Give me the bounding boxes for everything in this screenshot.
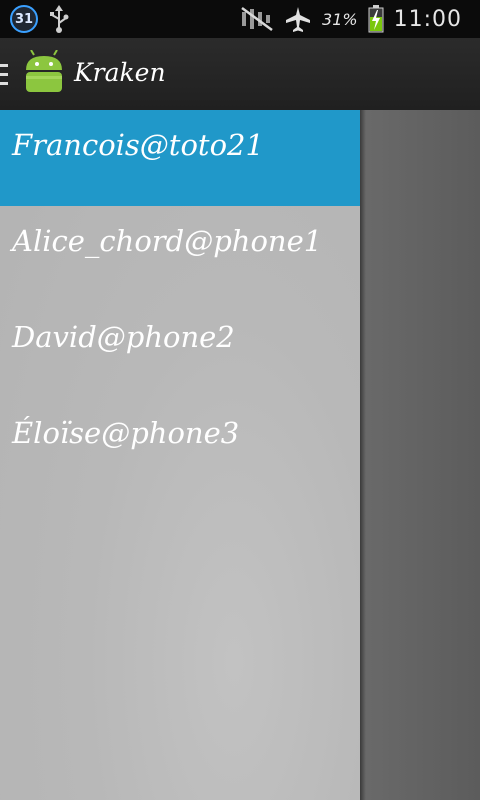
drawer-item-david[interactable]: David@phone2 bbox=[0, 302, 360, 398]
status-bar-left: 31 bbox=[10, 4, 70, 34]
calendar-day: 31 bbox=[14, 11, 34, 27]
action-bar: Kraken bbox=[0, 38, 480, 111]
drawer-item-label: David@phone2 bbox=[12, 320, 235, 354]
navigation-drawer: Francois@toto21 Alice_chord@phone1 David… bbox=[0, 110, 360, 800]
battery-charging-icon bbox=[368, 5, 384, 33]
status-bar: 31 31% 11:00 bbox=[0, 0, 480, 38]
calendar-icon: 31 bbox=[10, 5, 38, 33]
status-clock: 11:00 bbox=[393, 6, 462, 32]
usb-icon bbox=[50, 5, 69, 33]
airplane-mode-icon bbox=[286, 7, 311, 32]
drawer-item-alice[interactable]: Alice_chord@phone1 bbox=[0, 206, 360, 302]
drawer-indicator-icon[interactable] bbox=[0, 64, 8, 86]
status-bar-right: 31% 11:00 bbox=[240, 4, 462, 34]
no-signal-icon bbox=[241, 6, 273, 32]
drawer-item-label: Éloïse@phone3 bbox=[12, 416, 240, 450]
drawer-shadow bbox=[360, 110, 366, 800]
app-title: Kraken bbox=[74, 58, 166, 87]
android-logo-icon[interactable] bbox=[22, 50, 66, 96]
dimmed-content-area[interactable] bbox=[360, 110, 480, 800]
drawer-item-label: Francois@toto21 bbox=[12, 128, 264, 162]
drawer-item-eloise[interactable]: Éloïse@phone3 bbox=[0, 398, 360, 494]
drawer-item-label: Alice_chord@phone1 bbox=[12, 224, 323, 258]
battery-percentage: 31% bbox=[322, 9, 358, 29]
drawer-item-francois[interactable]: Francois@toto21 bbox=[0, 110, 360, 206]
